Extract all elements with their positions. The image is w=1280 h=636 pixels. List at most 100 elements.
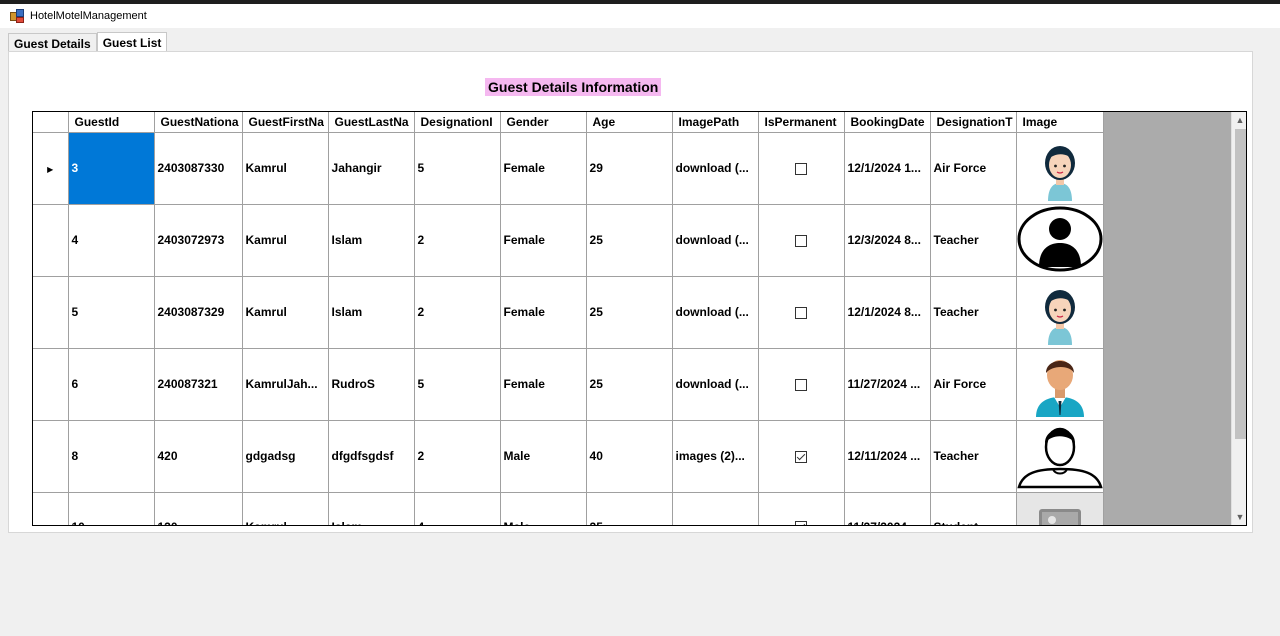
column-header[interactable]: DesignationI [414,112,501,133]
column-header[interactable]: Image [1016,112,1104,133]
guest-data-grid[interactable]: GuestId GuestNationa GuestFirstNa GuestL… [32,111,1247,526]
cell-guest-id[interactable]: 8 [68,420,155,493]
cell-age[interactable]: 25 [586,348,673,421]
column-header[interactable]: GuestId [68,112,155,133]
cell-age[interactable]: 29 [586,132,673,205]
cell-national-id[interactable]: 120 [154,492,243,525]
table-row[interactable]: ▶ 3 2403087330 Kamrul Jahangir 5 Female … [33,132,1104,205]
table-row[interactable]: 5 2403087329 Kamrul Islam 2 Female 25 do… [33,276,1104,349]
cell-image[interactable] [1016,348,1104,421]
cell-last-name[interactable]: Islam [328,276,415,349]
cell-gender[interactable]: Male [500,492,587,525]
cell-guest-id[interactable]: 5 [68,276,155,349]
permanent-checkbox[interactable] [795,162,808,175]
row-header[interactable]: ▶ [33,132,69,205]
cell-national-id[interactable]: 240087321 [154,348,243,421]
table-row[interactable]: 4 2403072973 Kamrul Islam 2 Female 25 do… [33,204,1104,277]
cell-image-path[interactable] [672,492,759,525]
cell-is-permanent[interactable] [758,276,845,349]
column-header[interactable]: DesignationT [930,112,1017,133]
table-row[interactable]: 10 120 Kamrul Islam 4 Male 25 11/27/2024… [33,492,1104,525]
cell-guest-id[interactable]: 6 [68,348,155,421]
cell-national-id[interactable]: 2403087330 [154,132,243,205]
cell-designation[interactable]: Teacher [930,276,1017,349]
cell-first-name[interactable]: gdgadsg [242,420,329,493]
tab-guest-details[interactable]: Guest Details [8,33,97,52]
cell-image-path[interactable]: download (... [672,132,759,205]
cell-booking-date[interactable]: 12/1/2024 1... [844,132,931,205]
cell-gender[interactable]: Female [500,204,587,277]
cell-image[interactable] [1016,132,1104,205]
cell-designation-id[interactable]: 2 [414,276,501,349]
table-row[interactable]: 8 420 gdgadsg dfgdfsgdsf 2 Male 40 image… [33,420,1104,493]
scroll-up-icon[interactable]: ▲ [1232,112,1246,128]
column-header[interactable]: ImagePath [672,112,759,133]
cell-national-id[interactable]: 2403072973 [154,204,243,277]
scroll-thumb[interactable] [1235,129,1246,439]
cell-is-permanent[interactable] [758,132,845,205]
row-header[interactable] [33,492,69,525]
cell-designation-id[interactable]: 5 [414,348,501,421]
cell-gender[interactable]: Female [500,132,587,205]
permanent-checkbox[interactable] [795,521,808,525]
cell-booking-date[interactable]: 11/27/2024 ... [844,492,931,525]
cell-gender[interactable]: Female [500,276,587,349]
row-header[interactable] [33,276,69,349]
cell-image-path[interactable]: download (... [672,276,759,349]
cell-first-name[interactable]: Kamrul [242,204,329,277]
cell-national-id[interactable]: 2403087329 [154,276,243,349]
permanent-checkbox[interactable] [795,378,808,391]
row-header[interactable] [33,420,69,493]
column-header[interactable]: Age [586,112,673,133]
column-header[interactable]: IsPermanent [758,112,845,133]
scroll-down-icon[interactable]: ▼ [1232,509,1246,525]
cell-gender[interactable]: Female [500,348,587,421]
permanent-checkbox[interactable] [795,234,808,247]
cell-designation[interactable]: Teacher [930,420,1017,493]
cell-guest-id[interactable]: 4 [68,204,155,277]
cell-last-name[interactable]: Jahangir [328,132,415,205]
cell-age[interactable]: 40 [586,420,673,493]
cell-is-permanent[interactable] [758,348,845,421]
cell-national-id[interactable]: 420 [154,420,243,493]
cell-booking-date[interactable]: 12/11/2024 ... [844,420,931,493]
column-header[interactable]: GuestFirstNa [242,112,329,133]
column-header[interactable]: Gender [500,112,587,133]
cell-last-name[interactable]: Islam [328,492,415,525]
cell-first-name[interactable]: KamrulJah... [242,348,329,421]
cell-age[interactable]: 25 [586,276,673,349]
cell-first-name[interactable]: Kamrul [242,492,329,525]
cell-image-path[interactable]: images (2)... [672,420,759,493]
cell-last-name[interactable]: Islam [328,204,415,277]
table-row[interactable]: 6 240087321 KamrulJah... RudroS 5 Female… [33,348,1104,421]
column-header[interactable]: GuestLastNa [328,112,415,133]
cell-designation-id[interactable]: 4 [414,492,501,525]
cell-guest-id[interactable]: 3 [68,132,155,205]
cell-designation[interactable]: Air Force [930,348,1017,421]
column-header[interactable]: GuestNationa [154,112,243,133]
cell-designation[interactable]: Student [930,492,1017,525]
row-header[interactable] [33,348,69,421]
row-header[interactable] [33,204,69,277]
cell-first-name[interactable]: Kamrul [242,132,329,205]
cell-image[interactable] [1016,276,1104,349]
column-header[interactable]: BookingDate [844,112,931,133]
cell-first-name[interactable]: Kamrul [242,276,329,349]
cell-booking-date[interactable]: 12/1/2024 8... [844,276,931,349]
cell-guest-id[interactable]: 10 [68,492,155,525]
permanent-checkbox[interactable] [795,306,808,319]
cell-designation-id[interactable]: 5 [414,132,501,205]
vertical-scrollbar[interactable]: ▲ ▼ [1231,112,1246,525]
cell-last-name[interactable]: RudroS [328,348,415,421]
cell-age[interactable]: 25 [586,492,673,525]
cell-is-permanent[interactable] [758,204,845,277]
cell-designation-id[interactable]: 2 [414,420,501,493]
cell-is-permanent[interactable] [758,492,845,525]
cell-designation[interactable]: Teacher [930,204,1017,277]
cell-is-permanent[interactable] [758,420,845,493]
cell-gender[interactable]: Male [500,420,587,493]
cell-image-path[interactable]: download (... [672,348,759,421]
cell-last-name[interactable]: dfgdfsgdsf [328,420,415,493]
tab-guest-list[interactable]: Guest List [96,32,168,53]
cell-image[interactable] [1016,204,1104,277]
